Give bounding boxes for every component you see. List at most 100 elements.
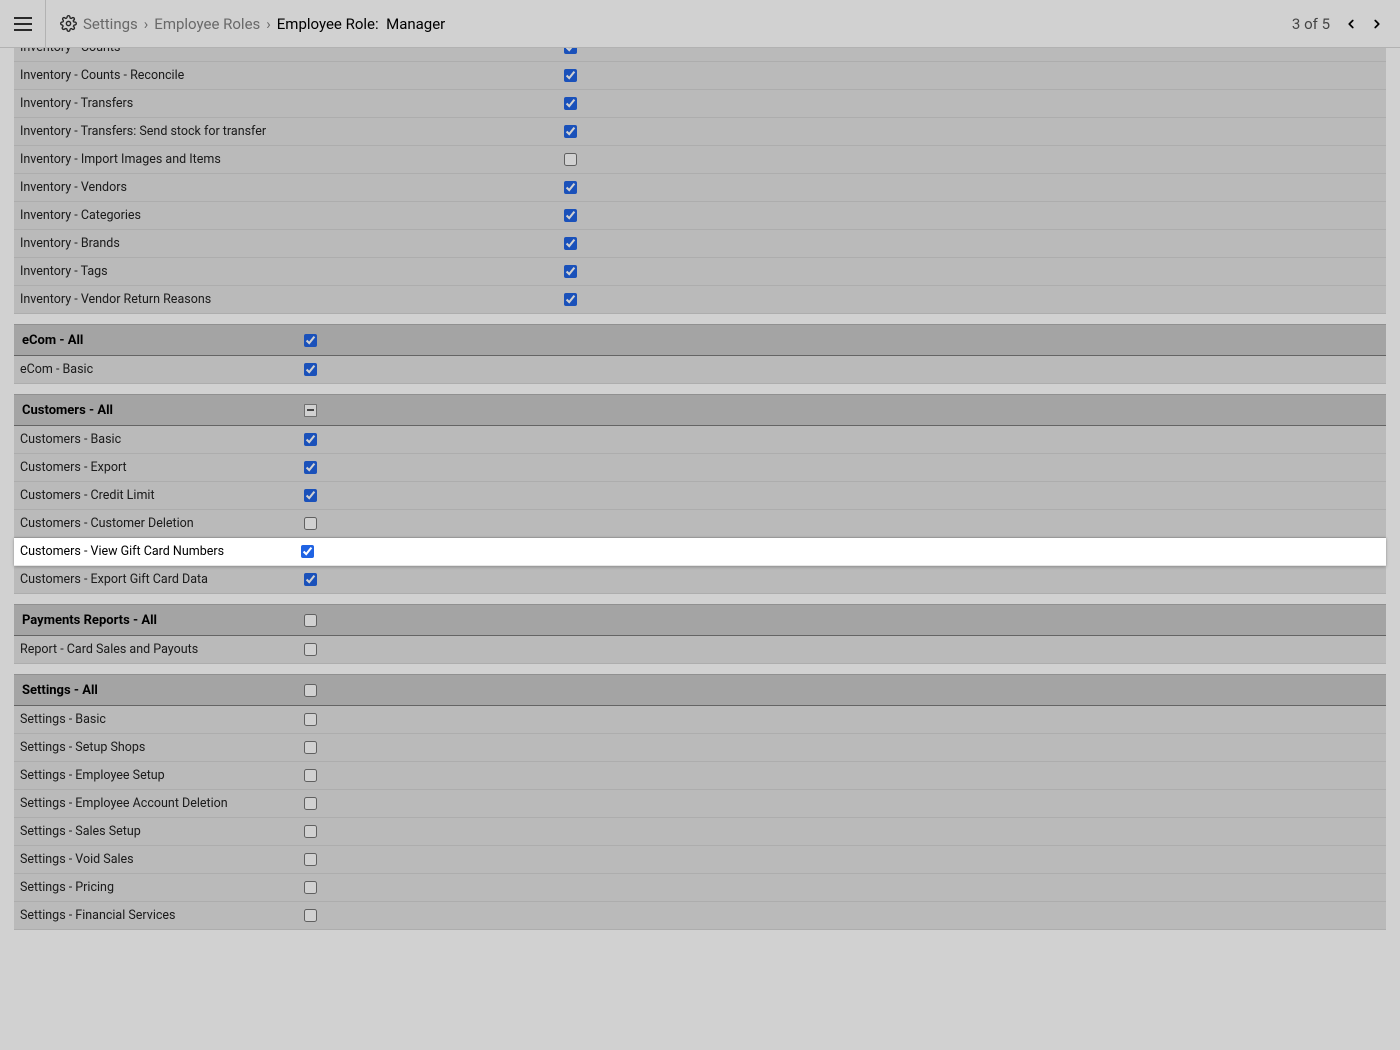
permission-checkbox[interactable] xyxy=(301,545,314,558)
permission-row: Customers - Basic xyxy=(14,426,1386,454)
section-checkbox[interactable] xyxy=(304,684,317,697)
record-pager: 3 of 5 xyxy=(1292,8,1400,40)
next-button[interactable] xyxy=(1364,8,1390,40)
permission-label: Inventory - Counts - Reconcile xyxy=(14,68,432,83)
permission-label: Settings - Basic xyxy=(14,712,302,727)
permission-row: Inventory - Transfers: Send stock for tr… xyxy=(14,118,1386,146)
permission-checkbox[interactable] xyxy=(564,237,577,250)
section-checkbox[interactable] xyxy=(304,334,317,347)
hamburger-icon xyxy=(14,17,32,31)
section-body: eCom - Basic xyxy=(14,356,1386,384)
permission-label: Customers - Customer Deletion xyxy=(14,516,302,531)
permission-label: Customers - View Gift Card Numbers xyxy=(14,544,302,559)
permission-checkbox[interactable] xyxy=(304,741,317,754)
page-title: Employee Role: Manager xyxy=(277,15,445,33)
breadcrumb: Settings › Employee Roles › Employee Rol… xyxy=(46,15,445,33)
permission-row: Inventory - Vendor Return Reasons xyxy=(14,286,1386,314)
permission-label: Report - Card Sales and Payouts xyxy=(14,642,302,657)
permission-checkbox[interactable] xyxy=(564,48,577,54)
permission-checkbox[interactable] xyxy=(564,209,577,222)
permission-row: Settings - Void Sales xyxy=(14,846,1386,874)
permission-checkbox[interactable] xyxy=(304,643,317,656)
permission-label: Inventory - Transfers xyxy=(14,96,432,111)
permission-checkbox[interactable] xyxy=(304,853,317,866)
permission-row: Customers - Export Gift Card Data xyxy=(14,566,1386,594)
section-header: Customers - All xyxy=(14,394,1386,426)
permission-checkbox[interactable] xyxy=(564,125,577,138)
permission-checkbox[interactable] xyxy=(304,461,317,474)
permission-row: Settings - Employee Setup xyxy=(14,762,1386,790)
permission-checkbox[interactable] xyxy=(304,909,317,922)
permission-checkbox[interactable] xyxy=(564,153,577,166)
chevron-right-icon: › xyxy=(266,15,271,33)
permission-row: Settings - Pricing xyxy=(14,874,1386,902)
section-checkbox[interactable] xyxy=(304,614,317,627)
permission-label: Inventory - Import Images and Items xyxy=(14,152,432,167)
permission-checkbox[interactable] xyxy=(304,825,317,838)
breadcrumb-employee-roles[interactable]: Employee Roles xyxy=(154,15,260,33)
permission-row: Settings - Setup Shops xyxy=(14,734,1386,762)
permission-row: eCom - Basic xyxy=(14,356,1386,384)
breadcrumb-settings[interactable]: Settings xyxy=(83,15,138,33)
permission-label: Inventory - Categories xyxy=(14,208,432,223)
section-header: eCom - All xyxy=(14,324,1386,356)
permission-label: Customers - Export xyxy=(14,460,302,475)
permission-row: Settings - Sales Setup xyxy=(14,818,1386,846)
permission-row: Inventory - Transfers xyxy=(14,90,1386,118)
permission-label: Inventory - Counts xyxy=(14,48,432,55)
permission-label: Settings - Employee Setup xyxy=(14,768,302,783)
permission-row-highlighted: Customers - View Gift Card Numbers xyxy=(14,538,1386,566)
section-header: Payments Reports - All xyxy=(14,604,1386,636)
gear-icon xyxy=(60,15,77,32)
permission-label: Customers - Credit Limit xyxy=(14,488,302,503)
permission-label: Settings - Employee Account Deletion xyxy=(14,796,302,811)
menu-button[interactable] xyxy=(0,0,46,48)
permission-checkbox[interactable] xyxy=(564,293,577,306)
permission-row: Inventory - Import Images and Items xyxy=(14,146,1386,174)
section-title: eCom - All xyxy=(14,333,302,348)
permission-checkbox[interactable] xyxy=(304,489,317,502)
permission-label: Settings - Financial Services xyxy=(14,908,302,923)
permission-row: Inventory - Brands xyxy=(14,230,1386,258)
section-body: Customers - Basic Customers - Export Custo… xyxy=(14,426,1386,594)
section-body: Settings - Basic Settings - Setup Shops Se… xyxy=(14,706,1386,930)
permission-label: Inventory - Vendors xyxy=(14,180,432,195)
section-checkbox-indeterminate[interactable] xyxy=(304,404,317,417)
section-body: Report - Card Sales and Payouts xyxy=(14,636,1386,664)
permission-sections: eCom - All eCom - Basic Customers - All Cus… xyxy=(14,324,1386,930)
permission-checkbox[interactable] xyxy=(564,97,577,110)
permission-row: Customers - Export xyxy=(14,454,1386,482)
permission-checkbox[interactable] xyxy=(304,363,317,376)
inventory-rows: Inventory - Counts Inventory - Counts - R… xyxy=(14,48,1386,314)
permission-row: Inventory - Counts xyxy=(14,48,1386,62)
section-title: Customers - All xyxy=(14,403,302,418)
permission-row: Settings - Basic xyxy=(14,706,1386,734)
permission-checkbox[interactable] xyxy=(304,517,317,530)
permission-label: Settings - Void Sales xyxy=(14,852,302,867)
permission-row: Settings - Employee Account Deletion xyxy=(14,790,1386,818)
permission-checkbox[interactable] xyxy=(304,713,317,726)
content-scroll[interactable]: Inventory - Counts Inventory - Counts - R… xyxy=(0,48,1400,1050)
permission-checkbox[interactable] xyxy=(304,769,317,782)
permission-row: Inventory - Vendors xyxy=(14,174,1386,202)
permission-checkbox[interactable] xyxy=(564,69,577,82)
permission-row: Inventory - Counts - Reconcile xyxy=(14,62,1386,90)
permission-checkbox[interactable] xyxy=(564,181,577,194)
permission-checkbox[interactable] xyxy=(304,881,317,894)
permission-label: Inventory - Vendor Return Reasons xyxy=(14,292,432,307)
permission-label: Settings - Pricing xyxy=(14,880,302,895)
permission-label: Customers - Basic xyxy=(14,432,302,447)
permission-label: Customers - Export Gift Card Data xyxy=(14,572,302,587)
permission-row: Inventory - Tags xyxy=(14,258,1386,286)
permission-checkbox[interactable] xyxy=(564,265,577,278)
prev-button[interactable] xyxy=(1338,8,1364,40)
permission-checkbox[interactable] xyxy=(304,573,317,586)
chevron-right-icon: › xyxy=(144,15,149,33)
permission-label: Settings - Setup Shops xyxy=(14,740,302,755)
permission-row: Customers - Customer Deletion xyxy=(14,510,1386,538)
permission-row: Customers - Credit Limit xyxy=(14,482,1386,510)
permission-checkbox[interactable] xyxy=(304,433,317,446)
app-header: Settings › Employee Roles › Employee Rol… xyxy=(0,0,1400,48)
section-title: Payments Reports - All xyxy=(14,613,302,628)
permission-checkbox[interactable] xyxy=(304,797,317,810)
